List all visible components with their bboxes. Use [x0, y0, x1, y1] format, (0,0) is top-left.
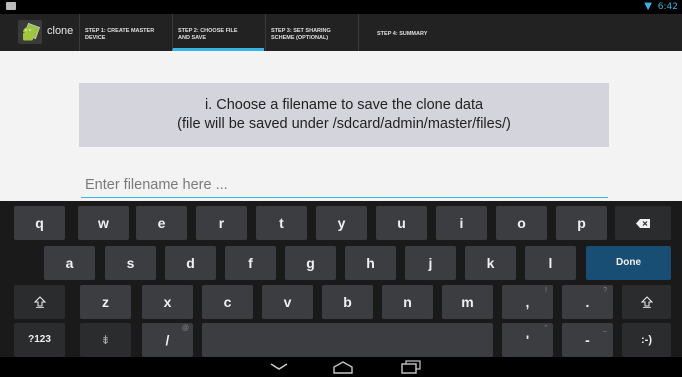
- shift-key-right[interactable]: [622, 285, 671, 319]
- backspace-icon: [636, 219, 650, 228]
- backspace-key[interactable]: [615, 206, 671, 240]
- soft-keyboard: q w e r t y u i o p a s d f g h j k l Do…: [0, 201, 682, 357]
- action-bar: clone STEP 1: CREATE MASTER DEVICE STEP …: [0, 14, 682, 51]
- step-2-line2: AND SAVE: [178, 35, 207, 41]
- key-j[interactable]: j: [405, 246, 456, 280]
- android-app-icon[interactable]: [18, 20, 42, 44]
- status-time: 6:42: [657, 2, 678, 12]
- key-d[interactable]: d: [165, 246, 216, 280]
- main-content: i. Choose a filename to save the clone d…: [0, 51, 682, 201]
- key-b[interactable]: b: [322, 285, 373, 319]
- step-3-line2: SCHEME (OPTIONAL): [271, 35, 329, 41]
- status-bar: ▼ 6:42: [0, 0, 682, 14]
- key-period-label: .: [585, 294, 590, 310]
- back-icon[interactable]: [268, 360, 290, 374]
- step-2-line1: STEP 2: CHOOSE FILE: [178, 28, 238, 34]
- key-h[interactable]: h: [345, 246, 396, 280]
- key-e[interactable]: e: [136, 206, 187, 240]
- instruction-line-1: i. Choose a filename to save the clone d…: [204, 97, 484, 113]
- notification-icon: [6, 2, 16, 10]
- key-slash-label: /: [165, 332, 170, 348]
- key-slash[interactable]: / @: [142, 323, 193, 357]
- shift-icon: [33, 296, 46, 308]
- tab-step-2[interactable]: STEP 2: CHOOSE FILE AND SAVE: [172, 14, 264, 51]
- key-g[interactable]: g: [285, 246, 336, 280]
- key-a[interactable]: a: [44, 246, 95, 280]
- step-1-line2: DEVICE: [85, 35, 106, 41]
- tab-step-3[interactable]: STEP 3: SET SHARING SCHEME (OPTIONAL): [265, 14, 357, 51]
- key-dash[interactable]: - _: [562, 323, 613, 357]
- spacebar-key[interactable]: [202, 323, 493, 357]
- shift-icon: [640, 296, 653, 308]
- key-l[interactable]: l: [525, 246, 576, 280]
- key-dash-sup: _: [603, 325, 607, 332]
- home-icon[interactable]: [331, 360, 355, 374]
- key-apostrophe-sup: ": [544, 325, 548, 332]
- key-slash-sup: @: [181, 325, 189, 332]
- key-f[interactable]: f: [225, 246, 276, 280]
- key-c[interactable]: c: [202, 285, 253, 319]
- tab-step-4[interactable]: STEP 4: SUMMARY: [358, 14, 450, 51]
- step-4-line1: STEP 4: SUMMARY: [377, 31, 428, 37]
- key-y[interactable]: y: [316, 206, 367, 240]
- key-apostrophe-label: ': [525, 332, 530, 348]
- key-z[interactable]: z: [80, 285, 131, 319]
- key-m[interactable]: m: [442, 285, 493, 319]
- settings-key[interactable]: ⇟: [80, 323, 131, 357]
- key-comma-sup: !: [545, 287, 547, 294]
- key-i[interactable]: i: [436, 206, 487, 240]
- shift-key-left[interactable]: [14, 285, 65, 319]
- instruction-line-2: (file will be saved under /sdcard/admin/…: [177, 116, 511, 132]
- filename-input[interactable]: [81, 173, 608, 198]
- key-apostrophe[interactable]: ' ": [502, 323, 553, 357]
- key-comma-label: ,: [525, 294, 530, 310]
- key-p[interactable]: p: [556, 206, 607, 240]
- app-title: clone: [47, 25, 74, 37]
- step-3-line1: STEP 3: SET SHARING: [271, 28, 331, 34]
- key-dash-label: -: [585, 332, 590, 348]
- key-n[interactable]: n: [382, 285, 433, 319]
- tab-step-1[interactable]: STEP 1: CREATE MASTER DEVICE: [79, 14, 171, 51]
- key-s[interactable]: s: [105, 246, 156, 280]
- wifi-icon: ▼: [644, 1, 652, 12]
- key-v[interactable]: v: [262, 285, 313, 319]
- navigation-bar: [0, 357, 682, 377]
- key-k[interactable]: k: [465, 246, 516, 280]
- key-period-sup: ?: [603, 287, 607, 294]
- smiley-key[interactable]: :-): [622, 323, 671, 357]
- step-1-line1: STEP 1: CREATE MASTER: [85, 28, 155, 34]
- key-w[interactable]: w: [78, 206, 129, 240]
- recents-icon[interactable]: [400, 360, 422, 374]
- done-key[interactable]: Done: [586, 246, 671, 280]
- key-u[interactable]: u: [376, 206, 427, 240]
- key-o[interactable]: o: [496, 206, 547, 240]
- key-t[interactable]: t: [256, 206, 307, 240]
- key-q[interactable]: q: [14, 206, 65, 240]
- key-r[interactable]: r: [196, 206, 247, 240]
- symbols-key[interactable]: ?123: [14, 323, 65, 357]
- instruction-box: i. Choose a filename to save the clone d…: [79, 83, 609, 147]
